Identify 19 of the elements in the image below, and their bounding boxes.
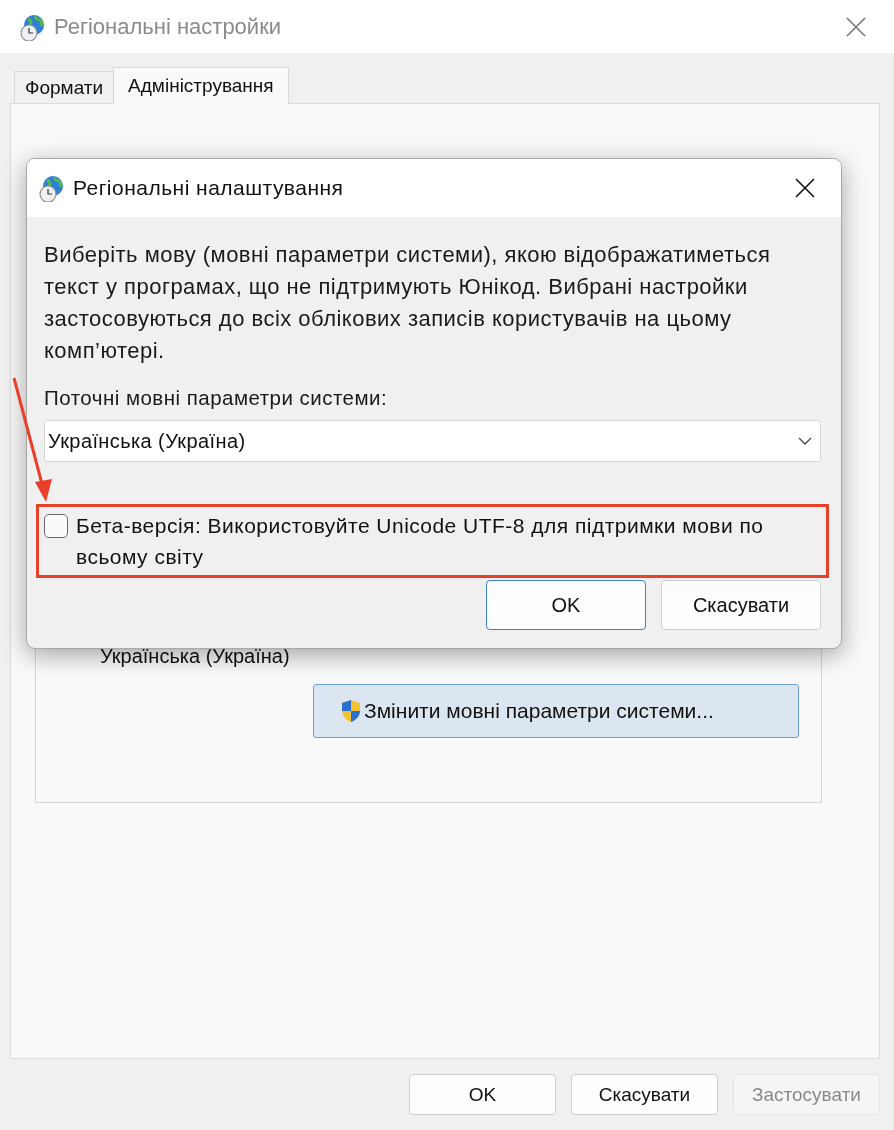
tab[interactable]: Формати: [14, 71, 115, 103]
current-language-text: Українська (Україна): [100, 645, 290, 668]
shield-icon: [340, 699, 362, 723]
locale-dropdown[interactable]: Українська (Україна): [44, 420, 821, 462]
dialog-button[interactable]: OK: [486, 580, 646, 630]
checkbox-label: Бета-версія: Використовуйте Unicode UTF-8 для підтримки мови по всьому світу: [76, 513, 765, 570]
window-title: Регіональні настройки: [54, 13, 283, 40]
dialog-button[interactable]: OK: [409, 1074, 556, 1115]
dialog-title: Регіональні налаштування: [73, 176, 345, 200]
close-icon: [846, 16, 866, 37]
field-label: Поточні мовні параметри системи:: [44, 385, 389, 411]
dialog-button[interactable]: Скасувати: [571, 1074, 718, 1115]
dialog-button[interactable]: Скасувати: [661, 580, 821, 630]
tab[interactable]: Адміністрування: [113, 67, 289, 104]
change-system-locale-button[interactable]: Змінити мовні параметри системи...: [313, 684, 799, 738]
chevron-down-icon: [798, 437, 812, 445]
close-icon: [795, 178, 815, 198]
description-text: Виберіть мову (мовні параметри системи), якою відображатиметься текст у програмах, що не підтримують Юнікод. Вибрані настройки застосовуються до всіх облікових записів користувачів на цьому комп’ютері.: [44, 241, 772, 365]
checkbox[interactable]: [44, 514, 68, 538]
